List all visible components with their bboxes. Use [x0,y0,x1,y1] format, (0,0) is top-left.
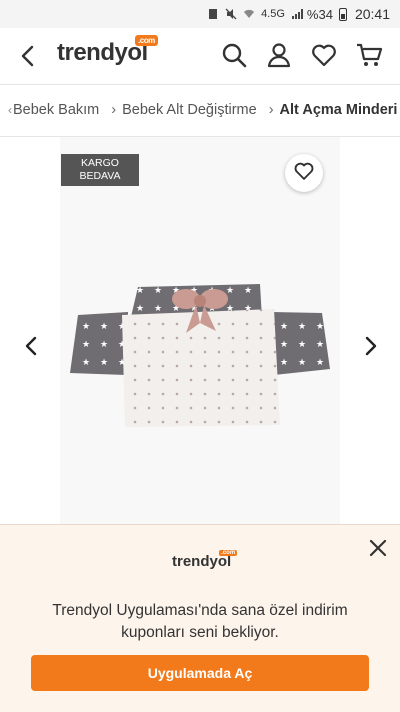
free-shipping-badge: KARGO BEDAVA [61,154,139,186]
add-to-favorites-button[interactable] [285,154,323,192]
app-download-banner: trendyol .com Trendyol Uygulaması'nda sa… [0,524,400,712]
battery-percent: %34 [306,6,333,22]
sim-icon [207,8,219,20]
network-type: 4.5G [261,8,285,20]
product-image[interactable]: ★ [60,137,340,527]
previous-image-arrow-icon[interactable] [20,334,44,358]
chevron-right-icon: › [111,102,117,118]
search-icon[interactable] [220,41,248,69]
logo-badge: .com [135,35,158,46]
product-gallery[interactable]: ★ KARGO BEDAVA [0,137,400,527]
wifi-off-icon [243,8,255,20]
status-bar: 4.5G %34 20:41 [0,0,400,28]
next-image-arrow-icon[interactable] [358,334,382,358]
banner-logo-badge: .com [219,550,238,556]
back-arrow-icon[interactable] [14,42,42,70]
close-icon[interactable] [366,536,390,560]
breadcrumb-item-bebek-bakim[interactable]: ‹ Bebek Bakım [8,102,99,118]
breadcrumb-item-current[interactable]: Alt Açma Minderi [280,102,398,118]
chevron-right-icon: › [268,102,274,118]
clock: 20:41 [354,6,390,22]
signal-icon [291,8,303,20]
open-in-app-button[interactable]: Uygulamada Aç [31,655,369,691]
breadcrumb-item-alt-degistirme[interactable]: Bebek Alt Değiştirme [122,102,257,118]
heart-icon [293,160,315,187]
banner-trendyol-logo: trendyol .com [172,550,238,570]
mute-icon [225,8,237,20]
favorites-heart-icon[interactable] [310,41,338,69]
badge-line-2: BEDAVA [79,170,121,182]
cart-icon[interactable] [355,41,383,69]
banner-message: Trendyol Uygulaması'nda sana özel indiri… [52,602,348,641]
breadcrumb: ‹ Bebek Bakım › Bebek Alt Değiştirme › A… [0,84,400,137]
trendyol-logo[interactable]: trendyol .com [57,35,158,67]
account-icon[interactable] [265,41,293,69]
badge-line-1: KARGO [81,157,119,169]
app-header: trendyol .com [0,28,400,85]
chevron-left-icon: ‹ [8,103,12,117]
battery-icon [338,7,347,21]
